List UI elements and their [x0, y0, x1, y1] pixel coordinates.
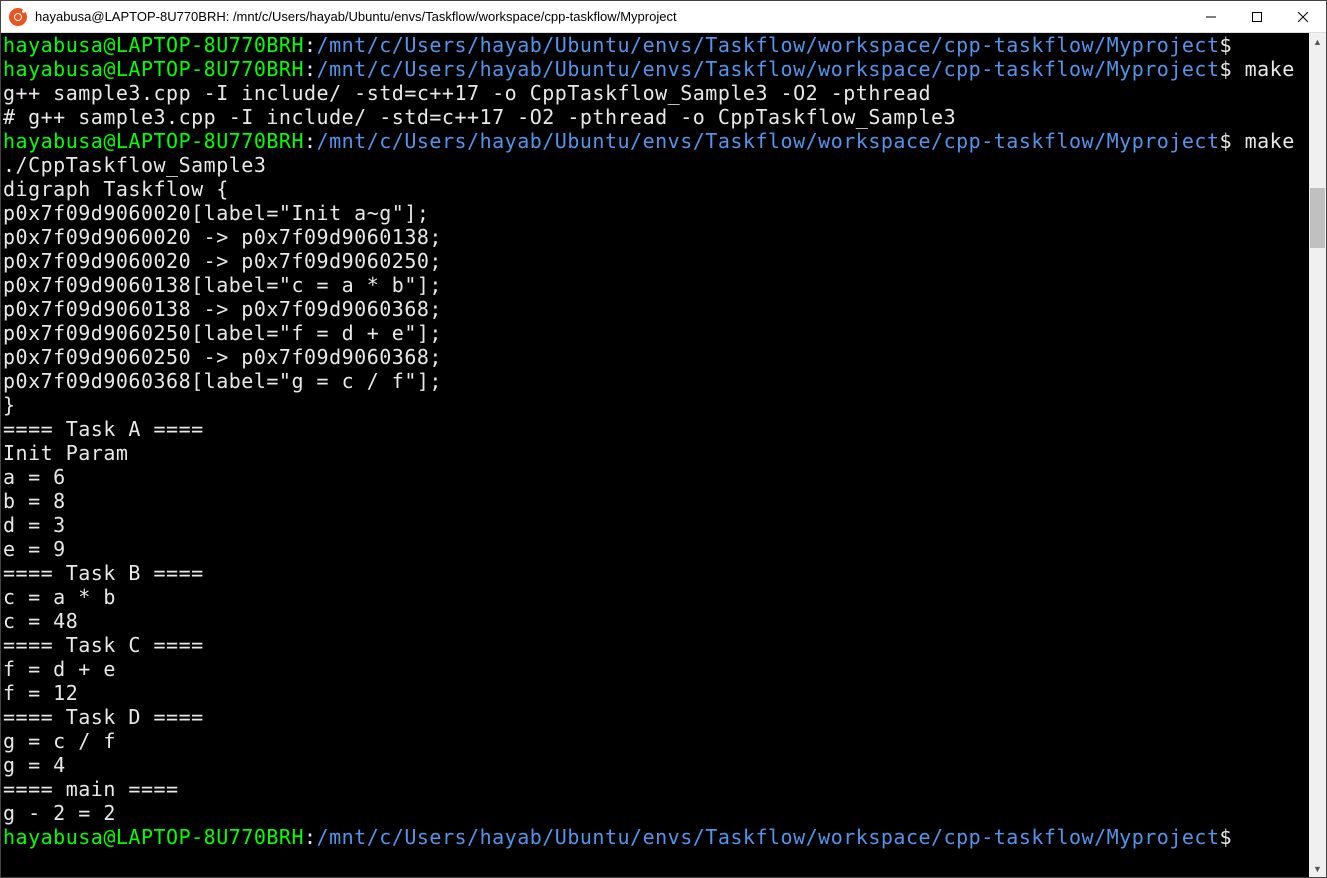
prompt-line-3: hayabusa@LAPTOP-8U770BRH:/mnt/c/Users/ha… — [3, 129, 1307, 153]
prompt-path: /mnt/c/Users/hayab/Ubuntu/envs/Taskflow/… — [317, 57, 1220, 81]
vertical-scrollbar[interactable]: ▲ ▼ — [1309, 33, 1326, 877]
prompt-user: hayabusa@LAPTOP-8U770BRH — [3, 33, 304, 57]
output-task-b-1: c = a * b — [3, 585, 116, 609]
output-digraph-5: p0x7f09d9060138 -> p0x7f09d9060368; — [3, 297, 442, 321]
terminal-wrapper: hayabusa@LAPTOP-8U770BRH:/mnt/c/Users/ha… — [1, 33, 1326, 877]
maximize-button[interactable] — [1234, 1, 1280, 32]
scroll-down-arrow[interactable]: ▼ — [1309, 860, 1326, 877]
output-compile-1: g++ sample3.cpp -I include/ -std=c++17 -… — [3, 81, 931, 105]
prompt-dollar: $ — [1219, 57, 1232, 81]
output-task-a-4: d = 3 — [3, 513, 66, 537]
output-digraph-8: p0x7f09d9060368[label="g = c / f"]; — [3, 369, 442, 393]
scroll-thumb[interactable] — [1310, 188, 1325, 248]
output-task-d-2: g = 4 — [3, 753, 66, 777]
prompt-user: hayabusa@LAPTOP-8U770BRH — [3, 57, 304, 81]
output-task-b-2: c = 48 — [3, 609, 78, 633]
output-task-a: ==== Task A ==== — [3, 417, 204, 441]
prompt-dollar: $ — [1219, 33, 1232, 57]
output-compile-2: # g++ sample3.cpp -I include/ -std=c++17… — [3, 105, 956, 129]
output-digraph-4: p0x7f09d9060138[label="c = a * b"]; — [3, 273, 442, 297]
window-title: hayabusa@LAPTOP-8U770BRH: /mnt/c/Users/h… — [35, 9, 1188, 24]
output-digraph-2: p0x7f09d9060020 -> p0x7f09d9060138; — [3, 225, 442, 249]
command-make-run: make run — [1232, 129, 1309, 153]
output-task-a-1: Init Param — [3, 441, 128, 465]
ubuntu-icon — [9, 8, 27, 26]
output-task-c-2: f = 12 — [3, 681, 78, 705]
prompt-colon: : — [304, 33, 317, 57]
prompt-line-2: hayabusa@LAPTOP-8U770BRH:/mnt/c/Users/ha… — [3, 57, 1307, 81]
terminal[interactable]: hayabusa@LAPTOP-8U770BRH:/mnt/c/Users/ha… — [1, 33, 1309, 877]
output-digraph-9: } — [3, 393, 16, 417]
prompt-line-4: hayabusa@LAPTOP-8U770BRH:/mnt/c/Users/ha… — [3, 825, 1307, 849]
minimize-button[interactable] — [1188, 1, 1234, 32]
output-run: ./CppTaskflow_Sample3 — [3, 153, 266, 177]
output-main: ==== main ==== — [3, 777, 179, 801]
output-task-c: ==== Task C ==== — [3, 633, 204, 657]
output-task-c-1: f = d + e — [3, 657, 116, 681]
prompt-colon: : — [304, 57, 317, 81]
prompt-colon: : — [304, 825, 317, 849]
output-task-d: ==== Task D ==== — [3, 705, 204, 729]
close-button[interactable] — [1280, 1, 1326, 32]
output-digraph-6: p0x7f09d9060250[label="f = d + e"]; — [3, 321, 442, 345]
output-digraph-7: p0x7f09d9060250 -> p0x7f09d9060368; — [3, 345, 442, 369]
window-controls — [1188, 1, 1326, 32]
prompt-path: /mnt/c/Users/hayab/Ubuntu/envs/Taskflow/… — [317, 33, 1220, 57]
output-task-a-2: a = 6 — [3, 465, 66, 489]
prompt-path: /mnt/c/Users/hayab/Ubuntu/envs/Taskflow/… — [317, 129, 1220, 153]
output-task-a-3: b = 8 — [3, 489, 66, 513]
command-make: make — [1232, 57, 1295, 81]
output-task-d-1: g = c / f — [3, 729, 116, 753]
output-task-b: ==== Task B ==== — [3, 561, 204, 585]
output-digraph-0: digraph Taskflow { — [3, 177, 229, 201]
output-main-1: g - 2 = 2 — [3, 801, 116, 825]
prompt-dollar: $ — [1219, 129, 1232, 153]
output-digraph-1: p0x7f09d9060020[label="Init a~g"]; — [3, 201, 429, 225]
prompt-user: hayabusa@LAPTOP-8U770BRH — [3, 129, 304, 153]
prompt-line-1: hayabusa@LAPTOP-8U770BRH:/mnt/c/Users/ha… — [3, 33, 1307, 57]
window-titlebar: hayabusa@LAPTOP-8U770BRH: /mnt/c/Users/h… — [1, 1, 1326, 33]
prompt-dollar: $ — [1219, 825, 1232, 849]
prompt-colon: : — [304, 129, 317, 153]
prompt-path: /mnt/c/Users/hayab/Ubuntu/envs/Taskflow/… — [317, 825, 1220, 849]
prompt-user: hayabusa@LAPTOP-8U770BRH — [3, 825, 304, 849]
output-digraph-3: p0x7f09d9060020 -> p0x7f09d9060250; — [3, 249, 442, 273]
scroll-up-arrow[interactable]: ▲ — [1309, 33, 1326, 50]
output-task-a-5: e = 9 — [3, 537, 66, 561]
